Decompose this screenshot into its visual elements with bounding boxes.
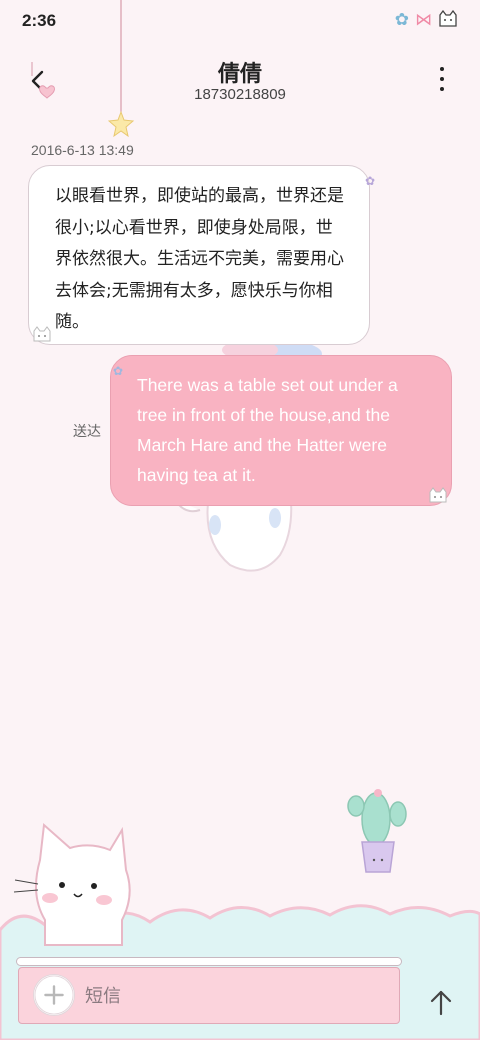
contact-name: 倩倩 — [217, 62, 262, 87]
status-time: 2:36 — [22, 11, 57, 30]
message-input[interactable]: 短信 — [85, 982, 121, 1008]
add-attachment-button[interactable] — [33, 974, 75, 1016]
compose-bar: 短信 — [16, 957, 402, 1027]
flower-icon: ✿ — [364, 174, 375, 188]
flower-icon: ✿ — [394, 10, 409, 30]
cat-face-icon — [33, 326, 51, 342]
cactus-illustration — [347, 789, 407, 873]
bow-icon: ⋈ — [415, 10, 432, 30]
more-options-button[interactable] — [432, 64, 452, 94]
conversation-header: 倩倩 18730218809 — [0, 44, 480, 114]
send-button[interactable] — [424, 986, 458, 1020]
compose-rod — [16, 957, 402, 966]
compose-field: 短信 — [18, 967, 400, 1024]
status-icons: ✿ ⋈ — [394, 9, 458, 33]
delivery-status: 送达 — [73, 424, 101, 440]
incoming-message-text: 以眼看世界，即使站的最高，世界还是很小;以心看世界，即使身处局限，世界依然很大。… — [55, 186, 344, 332]
incoming-message-bubble[interactable]: 以眼看世界，即使站的最高，世界还是很小;以心看世界，即使身处局限，世界依然很大。… — [28, 165, 375, 345]
message-timestamp: 2016-6-13 13:49 — [31, 142, 134, 158]
flower-icon: ✿ — [113, 364, 124, 378]
cat-face-icon — [429, 487, 447, 503]
cat-icon — [438, 9, 458, 33]
outgoing-message-text: There was a table set out under a tree i… — [137, 375, 398, 485]
cat-illustration — [13, 822, 131, 946]
status-bar: 2:36 ✿ ⋈ — [0, 0, 480, 44]
outgoing-message-bubble[interactable]: There was a table set out under a tree i… — [110, 355, 452, 506]
contact-phone-number: 18730218809 — [194, 86, 286, 103]
